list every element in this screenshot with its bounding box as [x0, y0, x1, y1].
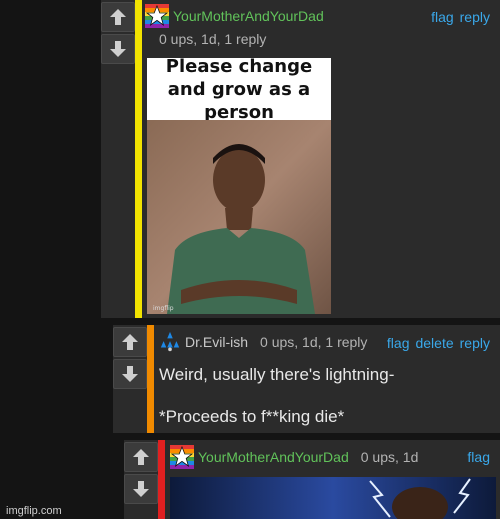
- arrow-down-icon: [133, 481, 149, 497]
- comment-text-line-1: Weird, usually there's lightning-: [159, 365, 395, 384]
- arrow-down-icon: [122, 366, 138, 382]
- username-link[interactable]: YourMotherAndYourDad: [198, 449, 349, 465]
- arrow-up-icon: [122, 334, 138, 350]
- vote-controls: [113, 327, 147, 389]
- user-avatar-icon[interactable]: [159, 331, 181, 353]
- meme-image-partial[interactable]: [170, 477, 496, 519]
- comment-meta: 0 ups, 1d, 1 reply: [260, 334, 368, 350]
- username-link[interactable]: YourMotherAndYourDad: [173, 8, 324, 24]
- comment-2: Dr.Evil-ish 0 ups, 1d, 1 reply flag dele…: [113, 325, 500, 433]
- meme-photo: imgflip: [147, 120, 331, 314]
- flag-link[interactable]: flag: [431, 9, 454, 25]
- meme-caption: Please change and grow as a person: [165, 58, 313, 123]
- watermark: imgflip.com: [6, 505, 62, 517]
- meme-image[interactable]: Please change and grow as a person imgfl…: [147, 58, 331, 314]
- downvote-button[interactable]: [101, 34, 135, 64]
- thread-bar: [158, 440, 165, 519]
- thread-bar: [135, 0, 142, 318]
- reply-link[interactable]: reply: [460, 9, 490, 25]
- reply-link[interactable]: reply: [460, 335, 490, 351]
- comment-actions: flag delete reply: [387, 335, 490, 351]
- comment-header: YourMotherAndYourDad 0 ups, 1d: [170, 445, 418, 469]
- flag-link[interactable]: flag: [467, 449, 490, 465]
- downvote-button[interactable]: [124, 474, 158, 504]
- user-avatar-icon[interactable]: [145, 4, 169, 28]
- comment-3: YourMotherAndYourDad 0 ups, 1d flag: [124, 440, 500, 519]
- upvote-button[interactable]: [101, 2, 135, 32]
- comment-meta: 0 ups, 1d, 1 reply: [159, 31, 267, 47]
- svg-text:imgflip: imgflip: [153, 305, 174, 312]
- comment-header: Dr.Evil-ish 0 ups, 1d, 1 reply: [159, 331, 367, 353]
- upvote-button[interactable]: [124, 442, 158, 472]
- user-avatar-icon[interactable]: [170, 445, 194, 469]
- arrow-up-icon: [110, 9, 126, 25]
- comment-meta: 0 ups, 1d: [360, 449, 419, 465]
- upvote-button[interactable]: [113, 327, 147, 357]
- vote-controls: [101, 2, 135, 64]
- comment-header: YourMotherAndYourDad: [145, 4, 324, 28]
- comment-1: YourMotherAndYourDad 0 ups, 1d, 1 reply …: [101, 0, 500, 318]
- arrow-up-icon: [133, 449, 149, 465]
- downvote-button[interactable]: [113, 359, 147, 389]
- vote-controls: [124, 442, 158, 504]
- username-link[interactable]: Dr.Evil-ish: [185, 334, 248, 350]
- delete-link[interactable]: delete: [415, 335, 453, 351]
- thread-bar: [147, 325, 154, 433]
- flag-link[interactable]: flag: [387, 335, 410, 351]
- comment-text-line-2: *Proceeds to f**king die*: [159, 407, 345, 426]
- comment-actions: flag reply: [431, 9, 490, 25]
- arrow-down-icon: [110, 41, 126, 57]
- comment-actions: flag: [467, 449, 490, 465]
